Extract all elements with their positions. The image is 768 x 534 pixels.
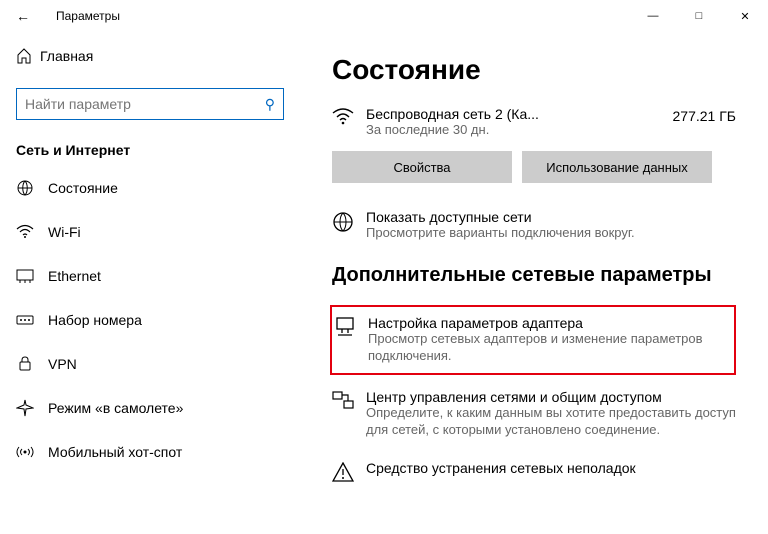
dialup-icon bbox=[16, 313, 48, 327]
content: Состояние Беспроводная сеть 2 (Ка... За … bbox=[300, 32, 768, 534]
link-sub: Просмотр сетевых адаптеров и изменение п… bbox=[368, 331, 726, 365]
sharing-icon bbox=[332, 389, 366, 439]
back-button[interactable]: ← bbox=[16, 8, 40, 24]
nav-label: Wi-Fi bbox=[48, 224, 81, 240]
maximize-button[interactable]: □ bbox=[676, 0, 722, 32]
warning-icon bbox=[332, 460, 366, 482]
sidebar-group-title: Сеть и Интернет bbox=[0, 120, 300, 166]
link-title: Показать доступные сети bbox=[366, 209, 736, 225]
search-icon: ⚲ bbox=[265, 96, 275, 113]
page-title: Состояние bbox=[332, 54, 736, 86]
sidebar: Главная ⚲ Сеть и Интернет Состояние bbox=[0, 32, 300, 534]
nav-label: Ethernet bbox=[48, 268, 101, 284]
nav-ethernet[interactable]: Ethernet bbox=[0, 254, 300, 298]
advanced-heading: Дополнительные сетевые параметры bbox=[332, 264, 736, 287]
home-icon bbox=[16, 48, 40, 64]
search-box[interactable]: ⚲ bbox=[16, 88, 284, 120]
network-name: Беспроводная сеть 2 (Ка... bbox=[366, 106, 673, 122]
nav-vpn[interactable]: VPN bbox=[0, 342, 300, 386]
link-title: Настройка параметров адаптера bbox=[368, 315, 726, 331]
nav-status[interactable]: Состояние bbox=[0, 166, 300, 210]
link-title: Средство устранения сетевых неполадок bbox=[366, 460, 736, 476]
home-label: Главная bbox=[40, 48, 93, 64]
minimize-button[interactable]: ― bbox=[630, 0, 676, 32]
show-networks-link[interactable]: Показать доступные сети Просмотрите вари… bbox=[332, 209, 736, 242]
adapter-icon bbox=[332, 315, 368, 365]
nav-label: Набор номера bbox=[48, 312, 142, 328]
nav-label: Режим «в самолете» bbox=[48, 400, 183, 416]
home-link[interactable]: Главная bbox=[0, 36, 300, 76]
nav-airplane[interactable]: Режим «в самолете» bbox=[0, 386, 300, 430]
search-input[interactable] bbox=[25, 96, 265, 112]
wifi-icon bbox=[16, 224, 48, 240]
sharing-center-link[interactable]: Центр управления сетями и общим доступом… bbox=[332, 389, 736, 439]
link-sub: Определите, к каким данным вы хотите пре… bbox=[366, 405, 736, 439]
hotspot-icon bbox=[16, 444, 48, 460]
network-sub: За последние 30 дн. bbox=[366, 122, 673, 137]
vpn-icon bbox=[16, 356, 48, 372]
wifi-icon bbox=[332, 106, 366, 126]
link-title: Центр управления сетями и общим доступом bbox=[366, 389, 736, 405]
link-sub: Просмотрите варианты подключения вокруг. bbox=[366, 225, 736, 242]
network-row: Беспроводная сеть 2 (Ка... За последние … bbox=[332, 106, 736, 137]
globe-icon bbox=[332, 209, 366, 242]
window-title: Параметры bbox=[40, 9, 630, 23]
airplane-icon bbox=[16, 399, 48, 417]
titlebar: ← Параметры ― □ ✕ bbox=[0, 0, 768, 32]
data-amount: 277.21 ГБ bbox=[673, 106, 736, 124]
nav-dialup[interactable]: Набор номера bbox=[0, 298, 300, 342]
nav-label: Мобильный хот-спот bbox=[48, 444, 182, 460]
ethernet-icon bbox=[16, 269, 48, 283]
nav-label: Состояние bbox=[48, 180, 118, 196]
window-controls: ― □ ✕ bbox=[630, 0, 768, 32]
troubleshoot-link[interactable]: Средство устранения сетевых неполадок bbox=[332, 460, 736, 482]
nav-wifi[interactable]: Wi-Fi bbox=[0, 210, 300, 254]
status-icon bbox=[16, 179, 48, 197]
nav-label: VPN bbox=[48, 356, 77, 372]
close-button[interactable]: ✕ bbox=[722, 0, 768, 32]
adapter-settings-link[interactable]: Настройка параметров адаптера Просмотр с… bbox=[330, 305, 736, 375]
nav-hotspot[interactable]: Мобильный хот-спот bbox=[0, 430, 300, 474]
data-usage-button[interactable]: Использование данных bbox=[522, 151, 712, 183]
properties-button[interactable]: Свойства bbox=[332, 151, 512, 183]
